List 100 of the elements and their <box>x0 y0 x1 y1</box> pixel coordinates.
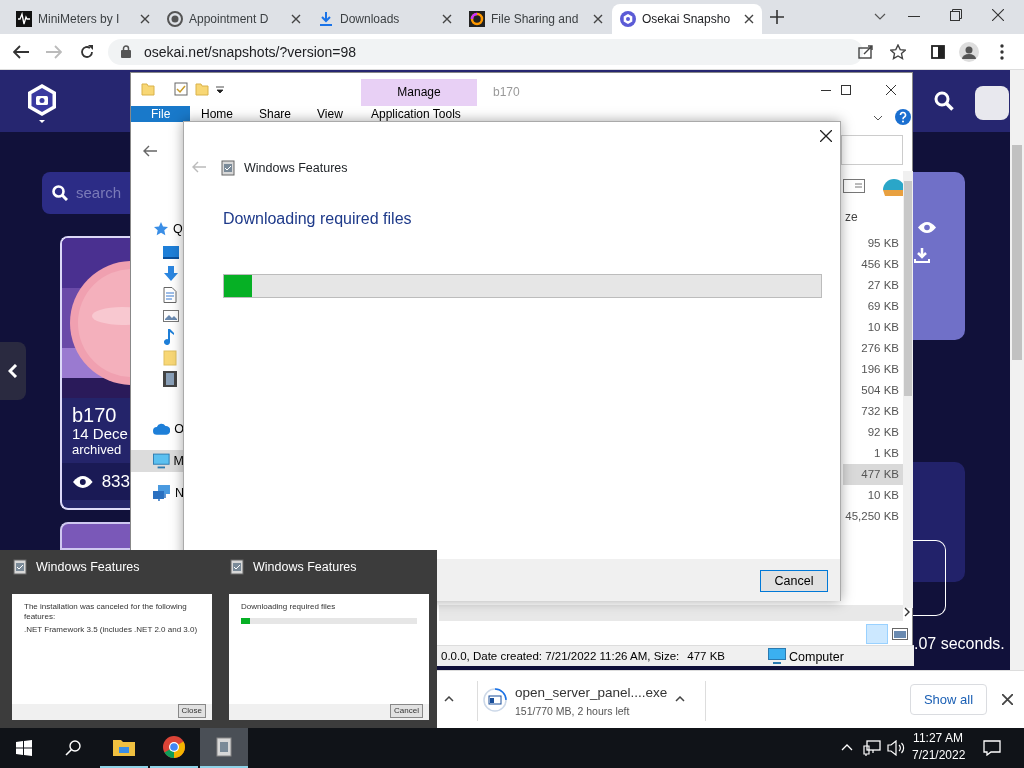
ribbon-tab[interactable]: Application Tools <box>361 106 471 122</box>
search-icon[interactable] <box>934 91 954 111</box>
chevron-up-icon[interactable] <box>444 696 454 702</box>
download-icon[interactable] <box>914 247 930 263</box>
window-thumbnail[interactable]: Downloading required files Cancel <box>229 594 429 720</box>
column-header[interactable]: ze <box>845 208 858 226</box>
close-icon[interactable] <box>291 14 301 24</box>
load-time-text: .07 seconds. <box>914 634 1005 654</box>
nav-item[interactable]: O <box>131 418 184 440</box>
ribbon-tab[interactable]: Share <box>253 106 298 122</box>
image-icon <box>163 310 179 322</box>
taskbar-clock[interactable]: 11:27 AM 7/21/2022 <box>912 730 964 764</box>
chevron-down-icon[interactable] <box>873 115 883 121</box>
file-size-cell[interactable]: 92 KB <box>843 422 903 443</box>
browser-tab[interactable]: Osekai Snapsho <box>612 4 762 34</box>
snapshot-card[interactable]: b170 14 Dece archived 833 <box>60 236 130 510</box>
cancel-button[interactable]: Cancel <box>760 570 828 592</box>
avatar[interactable] <box>975 86 1009 120</box>
window-thumbnail[interactable]: The installation was canceled for the following features: .NET Framework 3.5 (includes .NET 2.0 and 3.0) Close <box>12 594 212 720</box>
snapshot-date: 14 Dece <box>72 426 129 443</box>
star-icon[interactable] <box>890 44 906 60</box>
chevron-up-icon[interactable] <box>675 696 685 702</box>
properties-icon[interactable] <box>174 82 188 96</box>
thumbnail-title: Windows Features <box>36 559 140 576</box>
nav-item[interactable]: M <box>131 450 184 472</box>
scrollbar[interactable] <box>1010 70 1024 670</box>
browser-tab[interactable]: File Sharing and <box>461 4 611 34</box>
close-icon[interactable] <box>593 14 603 24</box>
reload-icon[interactable] <box>79 44 95 60</box>
file-size-cell[interactable]: 10 KB <box>843 317 903 338</box>
file-size-cell[interactable]: 456 KB <box>843 254 903 275</box>
download-status: 151/770 MB, 2 hours left <box>515 704 630 719</box>
close-icon[interactable] <box>820 130 832 142</box>
file-size-cell[interactable]: 10 KB <box>843 485 903 506</box>
close-icon[interactable] <box>744 14 754 24</box>
snapshot-card[interactable] <box>60 522 130 550</box>
close-icon[interactable] <box>140 14 150 24</box>
ribbon-tab[interactable]: Home <box>195 106 239 122</box>
download-icon <box>318 11 334 27</box>
address-bar[interactable]: osekai.net/snapshots/?version=98 <box>108 39 863 65</box>
share-icon[interactable] <box>858 45 874 59</box>
search-icon <box>52 185 68 201</box>
chevron-left-icon <box>8 364 18 378</box>
close-icon[interactable] <box>1002 694 1013 705</box>
taskbar-app[interactable] <box>200 728 248 768</box>
file-size-cell[interactable]: 732 KB <box>843 401 903 422</box>
scroll-right-icon[interactable] <box>904 607 910 617</box>
ribbon-tab[interactable]: File <box>131 106 191 122</box>
back-icon[interactable] <box>143 145 157 157</box>
window-title: b170 <box>493 84 520 101</box>
search-icon[interactable] <box>65 740 81 756</box>
menu-icon[interactable] <box>1000 44 1004 60</box>
globe-icon[interactable] <box>882 176 906 198</box>
horizontal-scrollbar[interactable] <box>439 605 903 621</box>
file-size-cell[interactable]: 27 KB <box>843 275 903 296</box>
new-tab-icon[interactable] <box>770 10 784 24</box>
back-icon[interactable] <box>13 45 29 59</box>
scrollbar[interactable] <box>903 171 913 608</box>
maximize-icon[interactable] <box>841 85 851 95</box>
close-icon[interactable] <box>992 9 1004 21</box>
file-size-cell[interactable]: 477 KB <box>843 464 903 485</box>
help-icon[interactable] <box>895 109 911 125</box>
camera-logo-icon[interactable] <box>26 84 58 124</box>
windows-start-icon[interactable] <box>16 740 32 756</box>
file-size-cell[interactable]: 504 KB <box>843 380 903 401</box>
notifications-icon[interactable] <box>983 740 1001 756</box>
close-icon[interactable] <box>886 85 896 95</box>
eye-icon[interactable] <box>917 221 937 234</box>
context-tab[interactable]: Manage <box>361 79 477 106</box>
file-size-cell[interactable]: 95 KB <box>843 233 903 254</box>
profile-icon[interactable] <box>959 42 979 62</box>
minimize-icon[interactable] <box>908 16 920 18</box>
nav-item[interactable]: Q <box>131 218 184 240</box>
tab-search-icon[interactable] <box>874 13 886 21</box>
camera-logo-icon <box>620 11 636 27</box>
search-field[interactable] <box>841 135 903 165</box>
close-icon[interactable] <box>442 14 452 24</box>
preview-pane-icon[interactable] <box>843 179 865 193</box>
network-icon[interactable] <box>863 740 881 756</box>
nav-item[interactable]: N <box>131 482 184 504</box>
features-icon <box>220 160 236 177</box>
file-size-cell[interactable]: 1 KB <box>843 443 903 464</box>
document-icon <box>163 287 177 303</box>
browser-tab[interactable]: MiniMeters by I <box>8 4 158 34</box>
volume-icon[interactable] <box>887 740 905 756</box>
browser-tab[interactable]: Downloads <box>310 4 460 34</box>
features-icon <box>213 736 235 758</box>
file-size-cell[interactable]: 276 KB <box>843 338 903 359</box>
show-all-button[interactable]: Show all <box>910 684 987 715</box>
sidebar-icon[interactable] <box>931 45 945 59</box>
previous-button[interactable] <box>0 342 26 400</box>
features-icon <box>12 559 28 576</box>
ribbon-tab[interactable]: View <box>311 106 349 122</box>
file-size-cell[interactable]: 69 KB <box>843 296 903 317</box>
large-icons-view-icon[interactable] <box>892 628 908 640</box>
file-size-cell[interactable]: 45,250 KB <box>843 506 903 527</box>
browser-tab[interactable]: Appointment D <box>159 4 309 34</box>
dropdown-icon[interactable] <box>216 86 224 94</box>
restore-icon[interactable] <box>950 9 962 21</box>
file-size-cell[interactable]: 196 KB <box>843 359 903 380</box>
